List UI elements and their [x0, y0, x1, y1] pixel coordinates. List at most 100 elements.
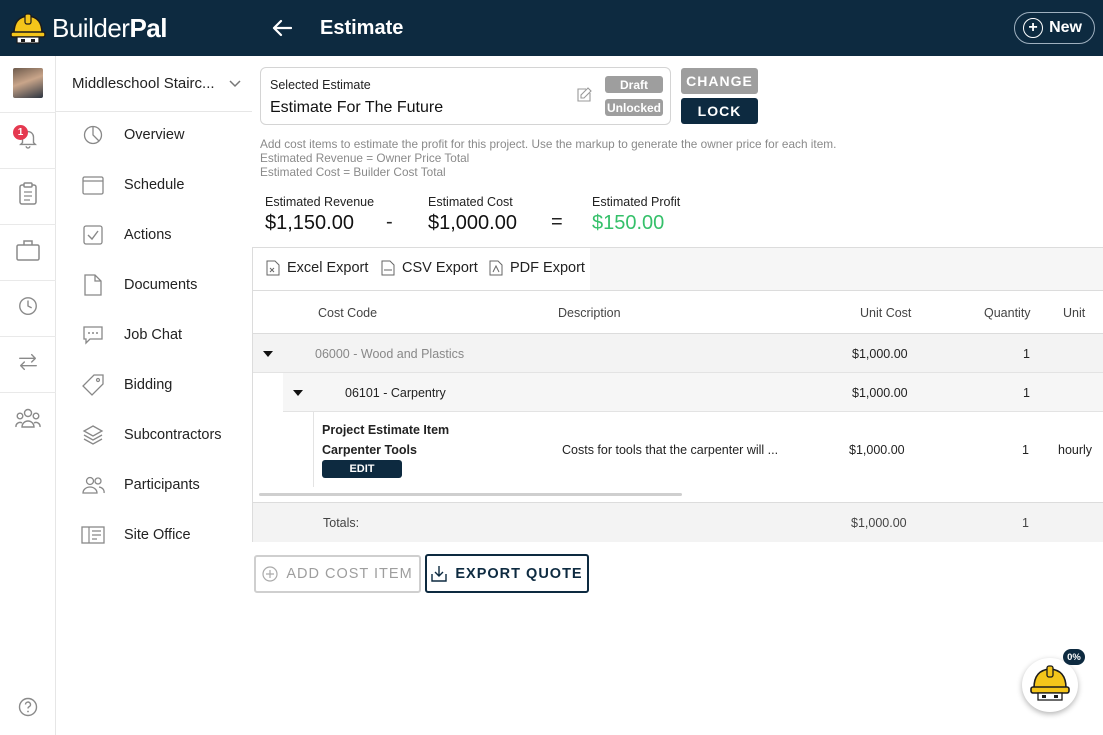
download-icon: [431, 565, 448, 582]
equals-operator: =: [551, 211, 563, 233]
pdf-export-button[interactable]: PDF Export: [489, 260, 585, 276]
help-text-line: Add cost items to estimate the profit fo…: [260, 137, 837, 151]
layers-icon: [81, 423, 105, 447]
assistant-progress-badge: 0%: [1063, 649, 1085, 665]
group-unit-cost: $1,000.00: [852, 386, 908, 400]
add-cost-item-button[interactable]: ADD COST ITEM: [254, 555, 421, 593]
help-icon[interactable]: [18, 697, 38, 722]
rail-history[interactable]: [0, 280, 56, 336]
nav-item-site-office[interactable]: Site Office: [56, 515, 252, 555]
back-arrow-icon[interactable]: [268, 14, 296, 42]
table-row-group-wood[interactable]: 06000 - Wood and Plastics $1,000.00 1: [253, 334, 1103, 373]
nav-item-label: Schedule: [124, 177, 185, 193]
briefcase-icon: [16, 239, 40, 266]
transfer-arrows-icon: [17, 351, 39, 378]
site-office-icon: [81, 523, 105, 547]
help-text-line: Estimated Revenue = Owner Price Total: [260, 151, 470, 165]
collapse-caret-icon[interactable]: [263, 351, 273, 357]
nav-item-bidding[interactable]: Bidding: [56, 365, 252, 405]
estimated-revenue-label: Estimated Revenue: [265, 195, 375, 209]
change-button[interactable]: CHANGE: [681, 68, 758, 94]
assistant-launcher[interactable]: [1022, 658, 1078, 712]
edit-button[interactable]: EDIT: [322, 460, 402, 478]
calendar-icon: [81, 173, 105, 197]
excel-file-icon: [266, 260, 280, 276]
group-unit-cost: $1,000.00: [852, 347, 908, 361]
totals-unit-cost: $1,000.00: [851, 516, 907, 530]
chevron-down-icon: [229, 75, 241, 92]
document-icon: [81, 273, 105, 297]
cost-items-grid: Excel Export CSV Export PDF Export Cost …: [252, 247, 1103, 542]
rail-team[interactable]: [0, 392, 56, 448]
group-label: 06000 - Wood and Plastics: [315, 347, 465, 361]
nav-item-actions[interactable]: Actions: [56, 215, 252, 255]
lock-button[interactable]: LOCK: [681, 98, 758, 124]
new-button-label: New: [1049, 19, 1082, 36]
item-title: Project Estimate Item: [322, 423, 450, 437]
horizontal-scrollbar[interactable]: [259, 493, 682, 496]
hardhat-bot-icon: [1029, 664, 1071, 707]
estimated-revenue: Estimated Revenue $1,150.00: [265, 195, 374, 235]
selected-estimate-name: Estimate For The Future: [270, 99, 444, 116]
excel-export-label: Excel Export: [287, 260, 369, 276]
top-bar: BuilderPal Estimate + New: [0, 0, 1103, 56]
export-toolbar: Excel Export CSV Export PDF Export: [253, 248, 1103, 291]
export-quote-label: EXPORT QUOTE: [455, 565, 583, 582]
icon-rail: 1: [0, 56, 56, 735]
rail-clipboard[interactable]: [0, 168, 56, 224]
csv-export-button[interactable]: CSV Export: [381, 260, 478, 276]
nav-item-label: Overview: [124, 127, 185, 143]
header-unit[interactable]: Unit: [1063, 306, 1085, 320]
rail-notifications[interactable]: 1: [0, 112, 56, 168]
add-cost-item-label: ADD COST ITEM: [286, 566, 413, 582]
header-cost-code[interactable]: Cost Code: [318, 306, 377, 320]
nav-item-participants[interactable]: Participants: [56, 465, 252, 505]
header-description[interactable]: Description: [558, 306, 621, 320]
project-name: Middleschool Stairc...: [72, 75, 215, 92]
new-button[interactable]: + New: [1014, 12, 1095, 44]
nav-item-subcontractors[interactable]: Subcontractors: [56, 415, 252, 455]
people-icon: [81, 473, 105, 497]
header-quantity[interactable]: Quantity: [984, 306, 1031, 320]
rail-briefcase[interactable]: [0, 224, 56, 280]
page-title: Estimate: [320, 16, 404, 39]
excel-export-button[interactable]: Excel Export: [266, 260, 368, 276]
nav-item-job-chat[interactable]: Job Chat: [56, 315, 252, 355]
brand[interactable]: BuilderPal: [0, 0, 252, 56]
notification-badge: 1: [13, 125, 28, 140]
nav-item-documents[interactable]: Documents: [56, 265, 252, 305]
rail-transfer[interactable]: [0, 336, 56, 392]
nav-item-overview[interactable]: Overview: [56, 115, 252, 155]
edit-pencil-icon[interactable]: [577, 87, 592, 107]
nav-item-label: Participants: [124, 477, 200, 493]
totals-quantity: 1: [1022, 516, 1029, 530]
minus-operator: -: [386, 211, 393, 233]
item-unit: hourly: [1058, 443, 1093, 457]
help-text: Add cost items to estimate the profit fo…: [260, 137, 836, 179]
avatar[interactable]: [13, 68, 43, 98]
export-quote-button[interactable]: EXPORT QUOTE: [425, 554, 589, 593]
nav-item-label: Subcontractors: [124, 427, 222, 443]
estimated-profit-value: $150.00: [592, 212, 665, 234]
main-content: Selected Estimate Estimate For The Futur…: [252, 56, 1103, 735]
item-name: Carpenter Tools: [322, 443, 417, 457]
item-unit-cost: $1,000.00: [849, 443, 905, 457]
pdf-file-icon: [489, 260, 503, 276]
selected-estimate-box: Selected Estimate Estimate For The Futur…: [260, 67, 671, 125]
checkbox-icon: [81, 223, 105, 247]
collapse-caret-icon[interactable]: [293, 390, 303, 396]
project-selector[interactable]: Middleschool Stairc...: [56, 56, 252, 112]
hardhat-logo-icon: [10, 11, 46, 45]
header-unit-cost[interactable]: Unit Cost: [860, 306, 911, 320]
nav-item-label: Bidding: [124, 377, 173, 393]
csv-file-icon: [381, 260, 395, 276]
plus-circle-icon: [262, 566, 278, 582]
nav-item-label: Actions: [124, 227, 172, 243]
table-row-item[interactable]: Project Estimate Item Carpenter Tools ED…: [313, 412, 1103, 487]
clipboard-icon: [17, 182, 39, 211]
nav-item-schedule[interactable]: Schedule: [56, 165, 252, 205]
pdf-export-label: PDF Export: [510, 260, 585, 276]
csv-export-label: CSV Export: [402, 260, 478, 276]
table-row-group-carpentry[interactable]: 06101 - Carpentry $1,000.00 1: [283, 373, 1103, 412]
group-quantity: 1: [1023, 386, 1030, 400]
